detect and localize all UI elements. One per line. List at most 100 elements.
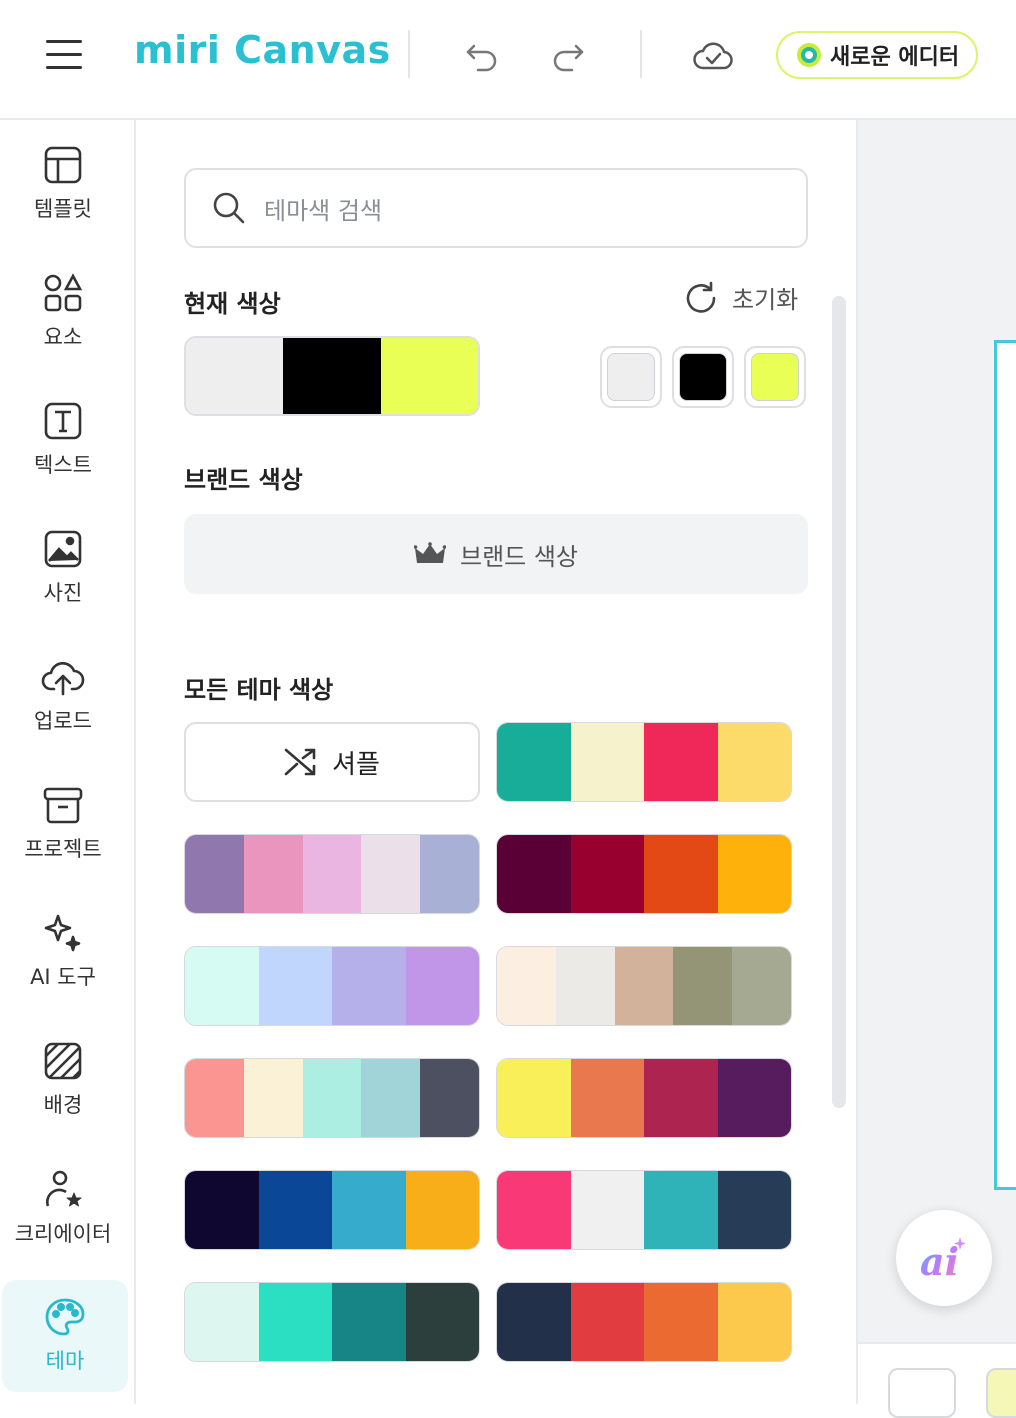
theme-palette[interactable] bbox=[496, 834, 792, 914]
sidebar-item-label: 요소 bbox=[43, 325, 83, 349]
sidebar-item-label: 업로드 bbox=[34, 709, 92, 733]
toolbar-divider bbox=[640, 30, 642, 78]
theme-palette[interactable] bbox=[184, 1282, 480, 1362]
reset-icon bbox=[686, 281, 716, 313]
color-swatch bbox=[405, 1171, 479, 1249]
color-swatch bbox=[644, 723, 718, 801]
miri-canvas-logo[interactable]: miri Canvas bbox=[134, 28, 391, 72]
color-swatch bbox=[555, 947, 615, 1025]
color-swatch bbox=[570, 723, 644, 801]
current-colors-title: 현재 색상 bbox=[184, 290, 281, 318]
new-editor-button[interactable]: 새로운 에디터 bbox=[776, 31, 978, 79]
ai-assistant-button[interactable]: ai bbox=[896, 1210, 992, 1306]
sidebar-item-text[interactable]: 텍스트 bbox=[0, 384, 126, 496]
sidebar-item-label: 사진 bbox=[43, 581, 83, 605]
theme-palette[interactable] bbox=[496, 1282, 792, 1362]
crown-icon bbox=[413, 542, 446, 563]
color-swatch bbox=[607, 353, 655, 401]
reset-label: 초기화 bbox=[732, 286, 799, 314]
color-swatch bbox=[405, 1283, 479, 1361]
color-swatch bbox=[644, 1283, 718, 1361]
theme-palette[interactable] bbox=[184, 834, 480, 914]
color-swatch bbox=[717, 723, 791, 801]
editor-logo-icon bbox=[797, 43, 821, 67]
color-swatch bbox=[302, 835, 362, 913]
sidebar-item-label: 텍스트 bbox=[34, 453, 92, 477]
color-swatch bbox=[405, 947, 479, 1025]
sidebar-item-ai-tools[interactable]: AI 도구 bbox=[0, 896, 126, 1008]
sidebar-item-background[interactable]: 배경 bbox=[0, 1024, 126, 1136]
current-color-chip[interactable] bbox=[744, 346, 806, 408]
color-swatch bbox=[332, 947, 406, 1025]
canvas-area bbox=[858, 120, 1016, 1342]
color-swatch bbox=[614, 947, 674, 1025]
color-swatch bbox=[644, 835, 718, 913]
color-swatch bbox=[332, 1171, 406, 1249]
creator-star-icon bbox=[46, 1170, 82, 1207]
color-swatch bbox=[258, 1171, 332, 1249]
color-swatch bbox=[497, 1283, 571, 1361]
image-icon bbox=[44, 530, 82, 568]
hamburger-menu-icon[interactable] bbox=[44, 36, 84, 72]
color-swatch bbox=[185, 1171, 259, 1249]
theme-palette[interactable] bbox=[496, 946, 792, 1026]
theme-palette[interactable] bbox=[184, 1058, 480, 1138]
theme-palette[interactable] bbox=[496, 1170, 792, 1250]
theme-panel: 테마색 검색 현재 색상 초기화 브랜드 색상 브랜드 색상 모든 테마 색상 … bbox=[136, 120, 858, 1404]
sidebar-item-upload[interactable]: 업로드 bbox=[0, 640, 126, 752]
sidebar-item-photos[interactable]: 사진 bbox=[0, 512, 126, 624]
color-swatch bbox=[570, 1059, 644, 1137]
all-themes-title: 모든 테마 색상 bbox=[184, 676, 334, 704]
theme-palette[interactable] bbox=[496, 1058, 792, 1138]
current-color-palette[interactable] bbox=[184, 336, 480, 416]
top-bar: miri Canvas 새로운 에디터 bbox=[0, 0, 1016, 120]
sidebar-item-label: 배경 bbox=[43, 1093, 83, 1117]
color-swatch bbox=[185, 947, 259, 1025]
color-swatch bbox=[420, 835, 479, 913]
shapes-icon bbox=[44, 273, 83, 312]
color-swatch bbox=[420, 1059, 479, 1137]
sidebar-item-projects[interactable]: 프로젝트 bbox=[0, 768, 126, 880]
sidebar-item-creator[interactable]: 크리에이터 bbox=[0, 1152, 126, 1264]
theme-palette[interactable] bbox=[496, 722, 792, 802]
brand-colors-button[interactable]: 브랜드 색상 bbox=[184, 514, 808, 594]
color-swatch bbox=[732, 947, 791, 1025]
color-swatch bbox=[570, 1171, 644, 1249]
theme-palette[interactable] bbox=[184, 1170, 480, 1250]
color-swatch bbox=[751, 353, 799, 401]
current-color-chip[interactable] bbox=[672, 346, 734, 408]
undo-icon[interactable] bbox=[460, 34, 504, 78]
color-swatch bbox=[717, 1171, 791, 1249]
shuffle-button[interactable]: 셔플 bbox=[184, 722, 480, 802]
color-swatch bbox=[644, 1059, 718, 1137]
redo-icon[interactable] bbox=[546, 34, 590, 78]
current-color-chip[interactable] bbox=[600, 346, 662, 408]
color-swatch bbox=[717, 1283, 791, 1361]
reset-button[interactable]: 초기화 bbox=[684, 280, 798, 315]
sidebar-item-theme[interactable]: 테마 bbox=[2, 1280, 128, 1392]
color-swatch bbox=[717, 1059, 791, 1137]
theme-palette[interactable] bbox=[184, 946, 480, 1026]
color-swatch bbox=[258, 1283, 332, 1361]
color-swatch bbox=[185, 1283, 259, 1361]
canvas-page[interactable] bbox=[994, 340, 1016, 1190]
sidebar-item-label: 크리에이터 bbox=[14, 1222, 112, 1246]
page-thumbnail[interactable] bbox=[986, 1368, 1016, 1418]
color-swatch bbox=[380, 338, 478, 414]
color-swatch bbox=[243, 1059, 303, 1137]
theme-color-search-input[interactable]: 테마색 검색 bbox=[184, 168, 808, 248]
color-swatch bbox=[332, 1283, 406, 1361]
page-thumbnail[interactable] bbox=[888, 1368, 956, 1418]
ai-label: ai bbox=[920, 1239, 959, 1281]
ai-icon: ai bbox=[920, 1237, 966, 1281]
palette-icon bbox=[45, 1298, 85, 1336]
color-swatch bbox=[185, 1059, 244, 1137]
sidebar-item-elements[interactable]: 요소 bbox=[0, 256, 126, 368]
color-swatch bbox=[717, 835, 791, 913]
sidebar-item-label: 테마 bbox=[45, 1349, 85, 1373]
sidebar-item-templates[interactable]: 템플릿 bbox=[0, 128, 126, 240]
cloud-saved-icon[interactable] bbox=[690, 34, 736, 78]
color-swatch bbox=[497, 1171, 571, 1249]
color-swatch bbox=[497, 1059, 571, 1137]
panel-scrollbar[interactable] bbox=[832, 296, 846, 1108]
